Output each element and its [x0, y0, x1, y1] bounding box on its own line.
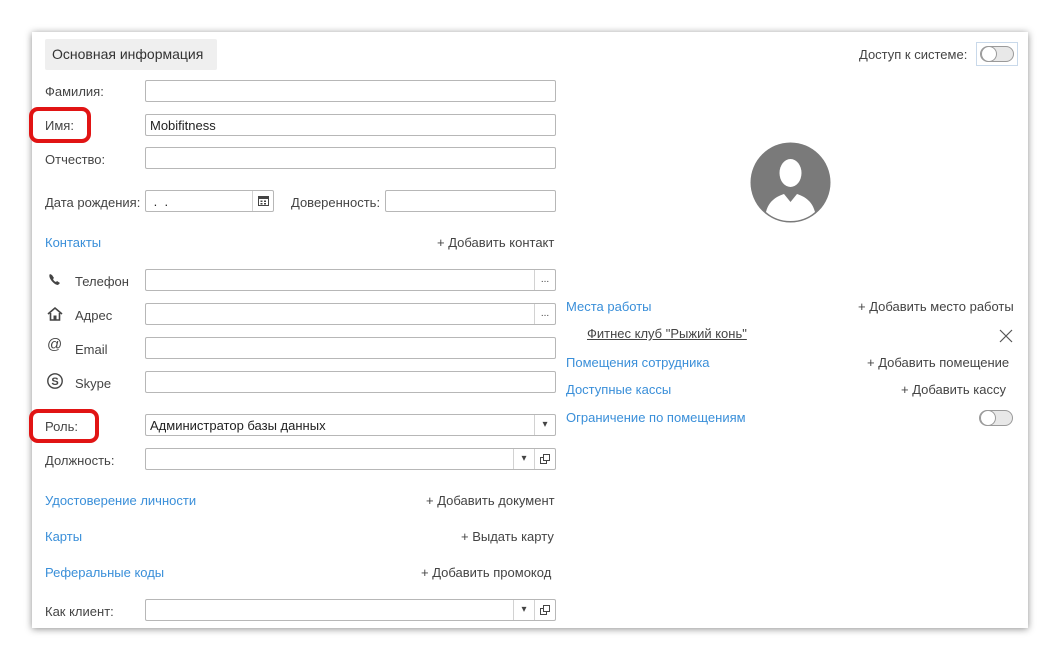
- first-name-input[interactable]: [146, 115, 555, 135]
- add-register-button[interactable]: + Добавить кассу: [901, 382, 1006, 398]
- as-client-dropdown-button[interactable]: ▾: [513, 600, 534, 620]
- first-name-highlight: [29, 107, 91, 143]
- birth-date-input[interactable]: [146, 191, 252, 211]
- role-dropdown-button[interactable]: ▾: [534, 415, 555, 435]
- last-name-field: [145, 80, 556, 102]
- calendar-button[interactable]: [252, 191, 273, 211]
- email-input[interactable]: [146, 338, 555, 358]
- add-document-button[interactable]: + Добавить документ: [426, 493, 555, 509]
- at-icon: @: [47, 336, 63, 353]
- proxy-input[interactable]: [386, 191, 555, 211]
- birth-date-field: [145, 190, 274, 212]
- role-field[interactable]: ▾: [145, 414, 556, 436]
- address-more-button[interactable]: ...: [534, 304, 555, 324]
- position-open-button[interactable]: [534, 449, 555, 469]
- skype-input[interactable]: [146, 372, 555, 392]
- skype-field: [145, 371, 556, 393]
- issue-card-button[interactable]: + Выдать карту: [461, 529, 554, 545]
- patronymic-input[interactable]: [146, 148, 555, 168]
- employee-form-panel: Основная информация Доступ к системе: Фа…: [29, 32, 1028, 628]
- phone-icon: [49, 274, 60, 285]
- add-workplace-button[interactable]: + Добавить место работы: [858, 299, 1014, 315]
- open-window-icon: [540, 605, 550, 615]
- svg-text:S: S: [51, 376, 58, 388]
- role-highlight: [29, 409, 99, 443]
- proxy-field: [385, 190, 556, 212]
- workplaces-link[interactable]: Места работы: [566, 299, 652, 315]
- system-access-toggle-frame: [976, 42, 1018, 66]
- room-restriction-toggle[interactable]: [979, 410, 1013, 426]
- avatar[interactable]: [750, 142, 831, 223]
- position-label: Должность:: [45, 453, 115, 468]
- workplace-item[interactable]: Фитнес клуб "Рыжий конь": [587, 326, 747, 342]
- add-promocode-button[interactable]: + Добавить промокод: [421, 565, 551, 581]
- proxy-label: Доверенность:: [291, 195, 381, 210]
- skype-label: Skype: [75, 376, 112, 391]
- add-contact-button[interactable]: + Добавить контакт: [437, 235, 554, 251]
- phone-field: ...: [145, 269, 556, 291]
- email-label: Email: [75, 342, 108, 357]
- employee-rooms-link[interactable]: Помещения сотрудника: [566, 355, 710, 371]
- patronymic-field: [145, 147, 556, 169]
- toggle-knob: [980, 410, 996, 426]
- address-field: ...: [145, 303, 556, 325]
- email-field: [145, 337, 556, 359]
- room-restriction-link[interactable]: Ограничение по помещениям: [566, 410, 746, 426]
- last-name-label: Фамилия:: [45, 84, 104, 99]
- as-client-input[interactable]: [146, 600, 512, 620]
- home-icon: [47, 306, 63, 321]
- role-select[interactable]: [146, 415, 534, 435]
- cards-link[interactable]: Карты: [45, 529, 82, 545]
- add-room-button[interactable]: + Добавить помещение: [867, 355, 1009, 371]
- system-access-label: Доступ к системе:: [859, 47, 968, 62]
- phone-input[interactable]: [146, 270, 534, 290]
- first-name-field: [145, 114, 556, 136]
- referral-codes-link[interactable]: Реферальные коды: [45, 565, 164, 581]
- contacts-link[interactable]: Контакты: [45, 235, 101, 251]
- toggle-knob: [981, 46, 997, 62]
- last-name-input[interactable]: [146, 81, 555, 101]
- as-client-label: Как клиент:: [45, 604, 114, 619]
- phone-more-button[interactable]: ...: [534, 270, 555, 290]
- address-input[interactable]: [146, 304, 534, 324]
- calendar-icon: [257, 196, 269, 206]
- birth-date-label: Дата рождения:: [45, 195, 141, 210]
- position-input[interactable]: [146, 449, 512, 469]
- position-field[interactable]: ▾: [145, 448, 556, 470]
- skype-icon: S: [47, 373, 63, 389]
- tab-main-info[interactable]: Основная информация: [45, 39, 217, 70]
- phone-label: Телефон: [75, 274, 129, 289]
- as-client-open-button[interactable]: [534, 600, 555, 620]
- address-label: Адрес: [75, 308, 113, 323]
- system-access-toggle[interactable]: [980, 46, 1014, 62]
- close-icon[interactable]: [999, 329, 1013, 343]
- patronymic-label: Отчество:: [45, 152, 106, 167]
- position-dropdown-button[interactable]: ▾: [513, 449, 534, 469]
- open-window-icon: [540, 454, 550, 464]
- identity-doc-link[interactable]: Удостоверение личности: [45, 493, 196, 509]
- cash-registers-link[interactable]: Доступные кассы: [566, 382, 671, 398]
- as-client-field[interactable]: ▾: [145, 599, 556, 621]
